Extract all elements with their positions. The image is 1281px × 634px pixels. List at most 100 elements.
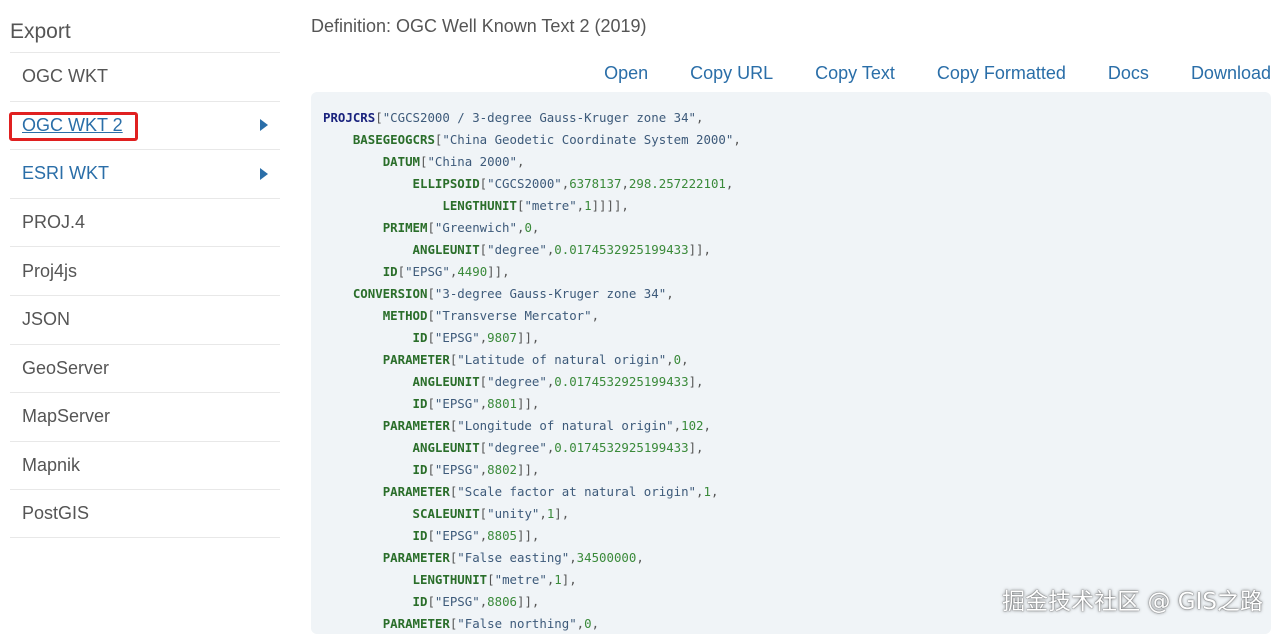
copy-url-link[interactable]: Copy URL xyxy=(690,63,773,84)
code-token: ANGLEUNIT xyxy=(412,374,480,389)
code-token: ], xyxy=(554,506,570,521)
code-line: LENGTHUNIT["metre",1]]]], xyxy=(323,195,1259,217)
code-line: PARAMETER["False easting",34500000, xyxy=(323,547,1259,569)
copy-formatted-link[interactable]: Copy Formatted xyxy=(937,63,1066,84)
download-link[interactable]: Download xyxy=(1191,63,1271,84)
code-token: "False northing" xyxy=(457,616,577,631)
code-token: [ xyxy=(427,220,435,235)
code-token: "CGCS2000" xyxy=(487,176,562,191)
code-token: ID xyxy=(412,462,428,477)
code-line: ID["EPSG",8805]], xyxy=(323,525,1259,547)
sidebar-item-esri-wkt[interactable]: ESRI WKT xyxy=(10,149,280,198)
code-token: [ xyxy=(397,264,406,279)
code-token: 9807 xyxy=(487,330,517,345)
sidebar-item-ogc-wkt-2[interactable]: OGC WKT 2 xyxy=(10,100,280,150)
code-token: ]], xyxy=(517,330,540,345)
code-line: BASEGEOGCRS["China Geodetic Coordinate S… xyxy=(323,129,1259,151)
code-token: , xyxy=(696,110,704,125)
code-token: 102 xyxy=(681,418,704,433)
code-token: "False easting" xyxy=(457,550,570,565)
export-format-list: OGC WKT OGC WKT 2 ESRI WKT PROJ.4 Proj4js JSO… xyxy=(10,52,280,538)
sidebar-item-proj4js[interactable]: Proj4js xyxy=(10,246,280,295)
code-token: 0.0174532925199433 xyxy=(554,242,689,257)
code-token: "degree" xyxy=(487,242,547,257)
code-token: ID xyxy=(412,396,428,411)
code-token: "EPSG" xyxy=(405,264,450,279)
code-line: ID["EPSG",8801]], xyxy=(323,393,1259,415)
open-link[interactable]: Open xyxy=(604,63,648,84)
export-sidebar: Export OGC WKT OGC WKT 2 ESRI WKT PROJ.4 Pro… xyxy=(0,0,290,634)
code-token: ], xyxy=(561,572,577,587)
code-token: , xyxy=(576,616,585,631)
code-token: [ xyxy=(427,594,435,609)
code-line: PARAMETER["False northing",0, xyxy=(323,613,1259,634)
code-token: ]], xyxy=(517,528,540,543)
code-token: ], xyxy=(688,440,704,455)
code-token: LENGTHUNIT xyxy=(442,198,517,213)
code-token: , xyxy=(621,176,629,191)
code-token: ]], xyxy=(487,264,510,279)
wkt-code-block: PROJCRS["CGCS2000 / 3-degree Gauss-Kruge… xyxy=(311,92,1271,634)
sidebar-item-label: ESRI WKT xyxy=(22,163,110,184)
code-token: 4490 xyxy=(457,264,488,279)
code-token: METHOD xyxy=(382,308,428,323)
sidebar-item-json[interactable]: JSON xyxy=(10,294,280,344)
code-token: 6378137 xyxy=(569,176,622,191)
code-token: "EPSG" xyxy=(434,594,480,609)
code-token: , xyxy=(681,352,689,367)
code-token: [ xyxy=(427,462,435,477)
sidebar-item-mapserver[interactable]: MapServer xyxy=(10,392,280,441)
code-token: "Latitude of natural origin" xyxy=(457,352,667,367)
code-token: , xyxy=(710,484,719,499)
sidebar-item-label: MapServer xyxy=(22,406,111,427)
code-token: ID xyxy=(412,330,428,345)
code-token: "EPSG" xyxy=(434,330,480,345)
sidebar-title: Export xyxy=(10,20,71,43)
wkt-code-text: PROJCRS["CGCS2000 / 3-degree Gauss-Kruge… xyxy=(323,107,1259,634)
code-token: PARAMETER xyxy=(382,550,450,565)
code-line: ANGLEUNIT["degree",0.0174532925199433], xyxy=(323,437,1259,459)
code-token: [ xyxy=(427,396,435,411)
code-token: [ xyxy=(427,528,435,543)
code-token: PARAMETER xyxy=(382,418,450,433)
sidebar-item-label: Proj4js xyxy=(22,260,78,281)
code-token: "metre" xyxy=(524,198,577,213)
sidebar-item-label: JSON xyxy=(22,309,71,330)
expand-arrow-icon xyxy=(260,119,268,132)
code-line: PARAMETER["Latitude of natural origin",0… xyxy=(323,349,1259,371)
code-line: CONVERSION["3-degree Gauss-Kruger zone 3… xyxy=(323,283,1259,305)
code-token: "degree" xyxy=(487,374,547,389)
sidebar-item-label: OGC WKT xyxy=(22,66,108,87)
sidebar-item-postgis[interactable]: PostGIS xyxy=(10,489,280,538)
code-token: , xyxy=(725,176,734,191)
code-token: ID xyxy=(412,594,428,609)
code-token: 8806 xyxy=(487,594,517,609)
code-token: CONVERSION xyxy=(352,286,428,301)
code-token: ]], xyxy=(517,396,540,411)
sidebar-item-ogc-wkt[interactable]: OGC WKT xyxy=(10,52,280,101)
code-token: "unity" xyxy=(487,506,540,521)
code-token: [ xyxy=(427,308,435,323)
code-token: 1 xyxy=(703,484,711,499)
code-token: , xyxy=(569,550,577,565)
code-token: 298.257222101 xyxy=(628,176,726,191)
code-token: 1 xyxy=(554,572,562,587)
code-token: 0 xyxy=(584,616,592,631)
sidebar-item-mapnik[interactable]: Mapnik xyxy=(10,440,280,490)
copy-text-link[interactable]: Copy Text xyxy=(815,63,895,84)
definition-heading: Definition: OGC Well Known Text 2 (2019) xyxy=(311,16,647,36)
code-token: "China Geodetic Coordinate System 2000" xyxy=(442,132,734,147)
docs-link[interactable]: Docs xyxy=(1108,63,1149,84)
code-token: , xyxy=(666,286,674,301)
code-line: ID["EPSG",4490]], xyxy=(323,261,1259,283)
code-token: ], xyxy=(688,374,704,389)
watermark: 掘金技术社区 @ GIS之路 xyxy=(1002,589,1263,615)
code-token: "EPSG" xyxy=(434,528,480,543)
code-line: METHOD["Transverse Mercator", xyxy=(323,305,1259,327)
sidebar-item-geoserver[interactable]: GeoServer xyxy=(10,343,280,393)
code-token: 8802 xyxy=(487,462,517,477)
code-token: 34500000 xyxy=(576,550,637,565)
code-token: , xyxy=(591,616,600,631)
sidebar-item-proj-4[interactable]: PROJ.4 xyxy=(10,197,280,247)
code-token: ]], xyxy=(688,242,711,257)
